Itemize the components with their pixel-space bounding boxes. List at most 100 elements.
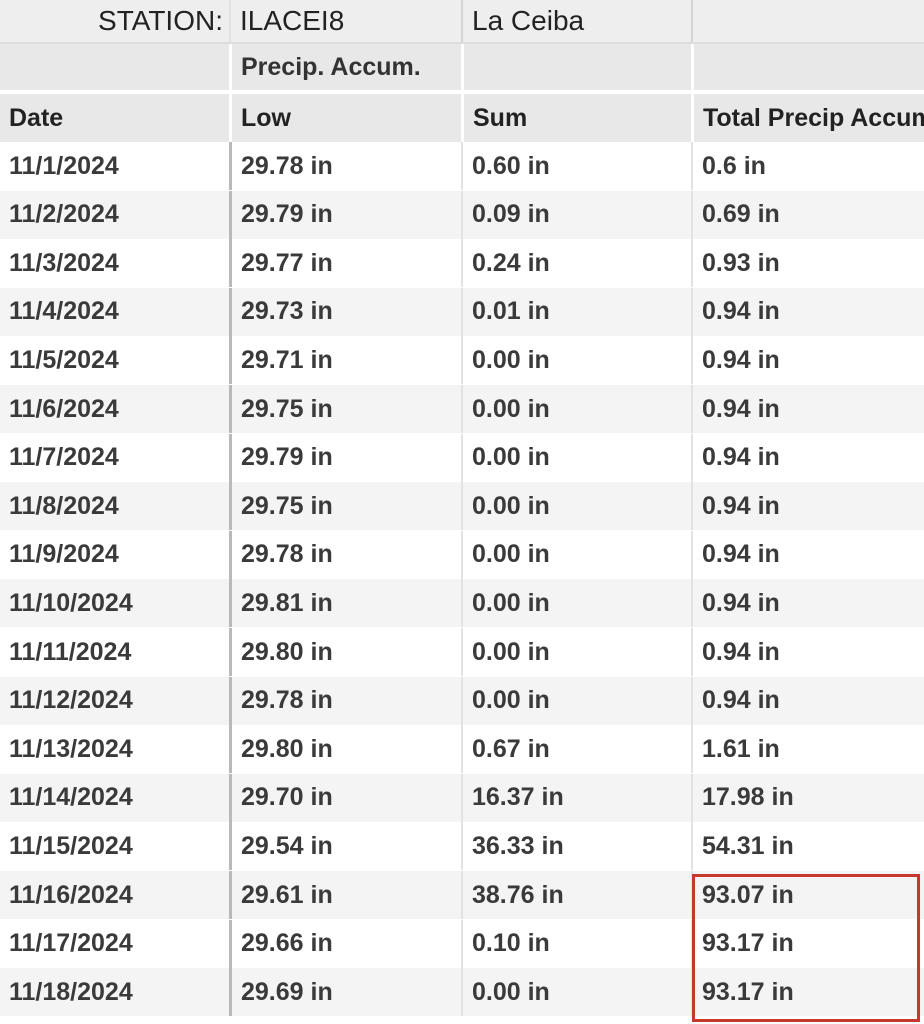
cell-low: 29.75 in bbox=[229, 482, 461, 531]
cell-sum: 16.37 in bbox=[461, 773, 691, 822]
cell-total-precip-accum: 0.69 in bbox=[691, 190, 924, 239]
cell-date: 11/4/2024 bbox=[9, 297, 119, 326]
cell-low: 29.78 in bbox=[229, 142, 461, 190]
cell-low: 29.80 in bbox=[229, 725, 461, 774]
table-row: 11/17/2024 29.66 in 0.10 in 93.17 in bbox=[0, 919, 924, 968]
cell-date: 11/12/2024 bbox=[9, 686, 133, 715]
cell-total-precip-accum: 93.17 in bbox=[691, 968, 924, 1017]
precip-table: STATION: ILACEI8 La Ceiba Precip. Accum.… bbox=[0, 0, 924, 1024]
cell-total-precip-accum: 1.61 in bbox=[691, 725, 924, 774]
column-header-date[interactable]: Date bbox=[0, 94, 229, 142]
column-header-low[interactable]: Low bbox=[229, 94, 461, 142]
cell-low: 29.77 in bbox=[229, 239, 461, 288]
cell-date: 11/16/2024 bbox=[9, 880, 133, 909]
cell-total-precip-accum: 0.93 in bbox=[691, 239, 924, 288]
cell-total-precip-accum: 0.94 in bbox=[691, 530, 924, 579]
column-header-sum[interactable]: Sum bbox=[461, 94, 691, 142]
cell-date: 11/9/2024 bbox=[9, 540, 119, 569]
cell-total-precip-accum: 0.94 in bbox=[691, 336, 924, 385]
cell-low: 29.80 in bbox=[229, 628, 461, 676]
cell-date: 11/8/2024 bbox=[9, 491, 119, 520]
cell-total-precip-accum: 0.94 in bbox=[691, 579, 924, 628]
cell-low: 29.81 in bbox=[229, 579, 461, 628]
cell-date: 11/3/2024 bbox=[9, 248, 119, 277]
cell-date: 11/17/2024 bbox=[9, 929, 133, 958]
column-header-row: Date Low Sum Total Precip Accum bbox=[0, 94, 924, 142]
table-row: 11/12/2024 29.78 in 0.00 in 0.94 in bbox=[0, 676, 924, 725]
cell-date: 11/15/2024 bbox=[9, 831, 133, 860]
cell-sum: 0.09 in bbox=[461, 190, 691, 239]
cell-total-precip-accum: 0.94 in bbox=[691, 628, 924, 676]
station-row: STATION: ILACEI8 La Ceiba bbox=[0, 0, 924, 44]
cell-sum: 0.00 in bbox=[461, 676, 691, 725]
cell-date: 11/14/2024 bbox=[9, 783, 133, 812]
column-header-total-precip-accum[interactable]: Total Precip Accum bbox=[691, 94, 924, 142]
cell-total-precip-accum: 0.94 in bbox=[691, 676, 924, 725]
table-row: 11/11/2024 29.80 in 0.00 in 0.94 in bbox=[0, 628, 924, 676]
table-row: 11/1/2024 29.78 in 0.60 in 0.6 in bbox=[0, 142, 924, 190]
table-row: 11/16/2024 29.61 in 38.76 in 93.07 in bbox=[0, 871, 924, 919]
table-row: 11/18/2024 29.69 in 0.00 in 93.17 in bbox=[0, 968, 924, 1017]
cell-sum: 38.76 in bbox=[461, 871, 691, 919]
cell-total-precip-accum: 0.6 in bbox=[691, 142, 924, 190]
group-header-empty-cell bbox=[691, 44, 924, 90]
cell-low: 29.78 in bbox=[229, 676, 461, 725]
cell-date: 11/10/2024 bbox=[9, 588, 133, 617]
cell-sum: 0.00 in bbox=[461, 530, 691, 579]
cell-low: 29.73 in bbox=[229, 287, 461, 336]
cell-low: 29.79 in bbox=[229, 190, 461, 239]
cell-total-precip-accum: 0.94 in bbox=[691, 385, 924, 433]
cell-total-precip-accum: 54.31 in bbox=[691, 822, 924, 871]
station-empty-cell bbox=[691, 0, 924, 42]
cell-low: 29.66 in bbox=[229, 919, 461, 968]
cell-sum: 36.33 in bbox=[461, 822, 691, 871]
cell-low: 29.78 in bbox=[229, 530, 461, 579]
group-header-empty-cell bbox=[0, 44, 229, 90]
cell-date: 11/7/2024 bbox=[9, 443, 119, 472]
cell-sum: 0.00 in bbox=[461, 628, 691, 676]
cell-sum: 0.60 in bbox=[461, 142, 691, 190]
cell-low: 29.70 in bbox=[229, 773, 461, 822]
group-header-row: Precip. Accum. bbox=[0, 44, 924, 92]
cell-sum: 0.00 in bbox=[461, 482, 691, 531]
cell-low: 29.75 in bbox=[229, 385, 461, 433]
cell-sum: 0.01 in bbox=[461, 287, 691, 336]
station-label: STATION: bbox=[98, 5, 223, 36]
table-row: 11/15/2024 29.54 in 36.33 in 54.31 in bbox=[0, 822, 924, 871]
cell-sum: 0.00 in bbox=[461, 579, 691, 628]
table-row: 11/14/2024 29.70 in 16.37 in 17.98 in bbox=[0, 773, 924, 822]
cell-low: 29.79 in bbox=[229, 433, 461, 482]
cell-low: 29.54 in bbox=[229, 822, 461, 871]
cell-total-precip-accum: 0.94 in bbox=[691, 287, 924, 336]
cell-date: 11/13/2024 bbox=[9, 734, 133, 763]
cell-date: 11/11/2024 bbox=[9, 637, 132, 666]
table-row: 11/7/2024 29.79 in 0.00 in 0.94 in bbox=[0, 433, 924, 482]
cell-sum: 0.00 in bbox=[461, 433, 691, 482]
cell-sum: 0.67 in bbox=[461, 725, 691, 774]
cell-sum: 0.10 in bbox=[461, 919, 691, 968]
table-row: 11/13/2024 29.80 in 0.67 in 1.61 in bbox=[0, 725, 924, 774]
cell-total-precip-accum: 93.17 in bbox=[691, 919, 924, 968]
cell-date: 11/6/2024 bbox=[9, 394, 119, 423]
table-row: 11/9/2024 29.78 in 0.00 in 0.94 in bbox=[0, 530, 924, 579]
table-row: 11/8/2024 29.75 in 0.00 in 0.94 in bbox=[0, 482, 924, 531]
table-row: 11/4/2024 29.73 in 0.01 in 0.94 in bbox=[0, 287, 924, 336]
table-row: 11/3/2024 29.77 in 0.24 in 0.93 in bbox=[0, 239, 924, 288]
cell-low: 29.71 in bbox=[229, 336, 461, 385]
group-header-precip-accum: Precip. Accum. bbox=[229, 44, 461, 90]
cell-sum: 0.00 in bbox=[461, 336, 691, 385]
cell-sum: 0.00 in bbox=[461, 385, 691, 433]
table-row: 11/10/2024 29.81 in 0.00 in 0.94 in bbox=[0, 579, 924, 628]
station-name: La Ceiba bbox=[461, 0, 691, 42]
table-row: 11/2/2024 29.79 in 0.09 in 0.69 in bbox=[0, 190, 924, 239]
cell-low: 29.69 in bbox=[229, 968, 461, 1017]
group-header-empty-cell bbox=[461, 44, 691, 90]
cell-sum: 0.24 in bbox=[461, 239, 691, 288]
cell-date: 11/1/2024 bbox=[9, 151, 119, 180]
cell-date: 11/2/2024 bbox=[9, 200, 119, 229]
cell-sum: 0.00 in bbox=[461, 968, 691, 1017]
table-row: 11/6/2024 29.75 in 0.00 in 0.94 in bbox=[0, 385, 924, 433]
cell-date: 11/5/2024 bbox=[9, 345, 119, 374]
cell-date: 11/18/2024 bbox=[9, 977, 133, 1006]
cell-low: 29.61 in bbox=[229, 871, 461, 919]
